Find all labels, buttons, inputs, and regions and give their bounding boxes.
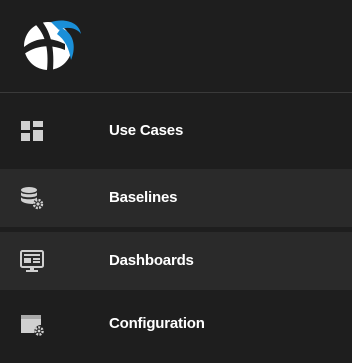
logo-area	[0, 0, 352, 92]
nav-label-use-cases: Use Cases	[109, 122, 184, 139]
nav-item-use-cases[interactable]: Use Cases	[0, 102, 352, 160]
database-gear-icon	[21, 187, 44, 210]
sidebar: Use Cases Baselines Dashboards Configura…	[0, 0, 352, 363]
page-background-edge	[352, 0, 361, 363]
nav-label-configuration: Configuration	[109, 315, 205, 332]
monitor-icon	[20, 250, 44, 272]
app-logo-icon[interactable]	[21, 14, 83, 76]
nav-label-baselines: Baselines	[109, 189, 178, 206]
nav-label-dashboards: Dashboards	[109, 252, 194, 269]
window-gear-icon	[21, 315, 44, 336]
nav-item-baselines[interactable]: Baselines	[0, 169, 352, 227]
dashboard-grid-icon	[21, 121, 43, 141]
divider	[0, 92, 352, 93]
nav-item-dashboards[interactable]: Dashboards	[0, 232, 352, 290]
nav-item-configuration[interactable]: Configuration	[0, 295, 352, 353]
